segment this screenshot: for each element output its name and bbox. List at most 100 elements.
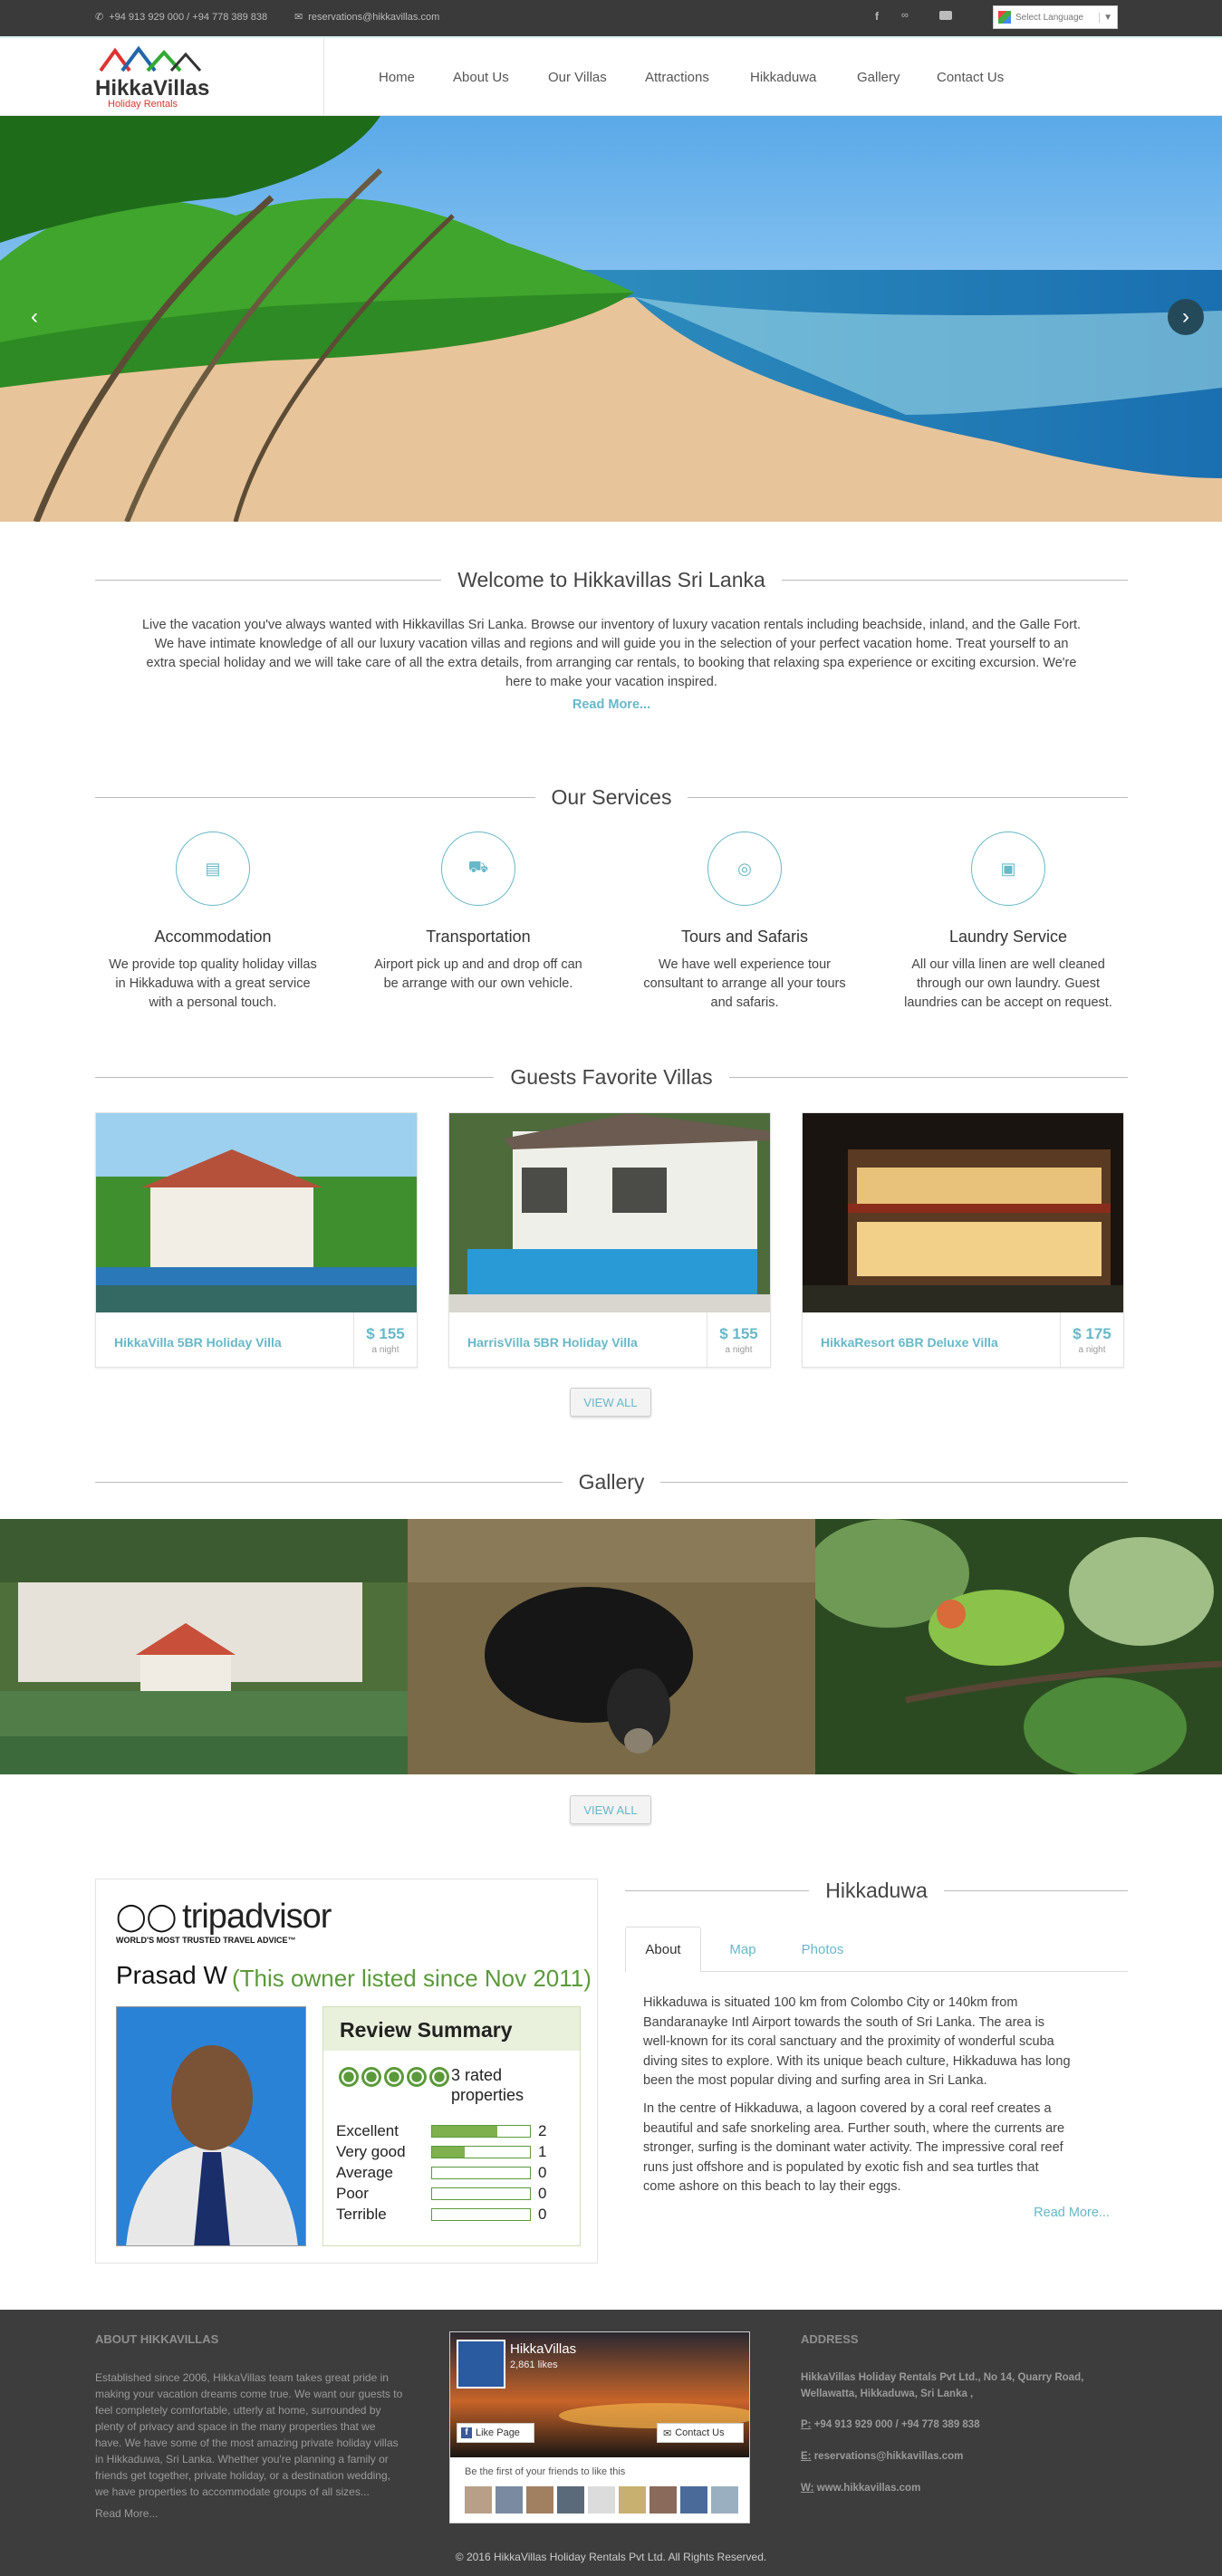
facebook-page-avatar[interactable] (457, 2340, 505, 2389)
tripadvisor-widget[interactable]: ◯◯ tripadvisor WORLD'S MOST TRUSTED TRAV… (95, 1879, 598, 2264)
villa-photo[interactable] (803, 1113, 1123, 1312)
welcome-read-more-link[interactable]: Read More... (95, 696, 1128, 715)
villa-card[interactable]: HikkaVilla 5BR Holiday Villa $ 155 a nig… (95, 1112, 418, 1368)
brand-name: HikkaVillas (95, 76, 210, 101)
phone-value: +94 913 929 000 / +94 778 389 838 (813, 2419, 980, 2430)
service-text: with a personal touch. (149, 995, 277, 1010)
facebook-friends-text: Be the first of your friends to like thi… (465, 2466, 626, 2477)
site-header: HikkaVillas Holiday Rentals Home About U… (0, 36, 1222, 116)
friend-avatar[interactable] (526, 2486, 553, 2514)
slider-next-button[interactable]: › (1168, 299, 1204, 335)
review-row: Average 0 (336, 2164, 572, 2182)
hikkaduwa-read-more-link[interactable]: Read More... (996, 2206, 1110, 2220)
review-count: 1 (538, 2143, 547, 2160)
service-text: laundries can be accept on request. (904, 995, 1112, 1010)
villa-name[interactable]: HikkaResort 6BR Deluxe Villa (821, 1335, 998, 1350)
footer-about-line: plenty of privacy and space in the many … (95, 2420, 376, 2433)
hero-slider[interactable]: ‹ › (0, 116, 1222, 522)
footer-about-read-more-link[interactable]: Read More... (95, 2505, 421, 2522)
footer-website[interactable]: W: www.hikkavillas.com (801, 2480, 1127, 2496)
email-value[interactable]: reservations@hikkavillas.com (814, 2451, 964, 2462)
friend-avatar[interactable] (496, 2486, 523, 2514)
friend-avatar[interactable] (649, 2486, 677, 2514)
bubble-icon (384, 2067, 404, 2087)
villa-photo[interactable] (96, 1113, 417, 1312)
gallery-photo-temple[interactable] (0, 1519, 408, 1774)
hikkaduwa-line: come ashore on this beach to lay their e… (643, 2179, 901, 2194)
nav-contact-us[interactable]: Contact Us (937, 70, 1004, 85)
friend-avatar[interactable] (465, 2486, 492, 2514)
villa-card[interactable]: HarrisVilla 5BR Holiday Villa $ 155 a ni… (448, 1112, 771, 1368)
friend-avatar[interactable] (680, 2486, 707, 2514)
nav-gallery[interactable]: Gallery (857, 70, 900, 85)
villa-price-box: $ 155 a night (707, 1312, 770, 1367)
gallery-view-all-button[interactable]: VIEW ALL (570, 1795, 651, 1824)
gallery-photo-parrot[interactable] (815, 1519, 1222, 1774)
youtube-icon[interactable] (939, 11, 952, 20)
tripadvisor-logo[interactable]: ◯◯ tripadvisor (116, 1898, 332, 1937)
facebook-contact-label: Contact Us (675, 2427, 725, 2438)
bubble-icon (361, 2067, 381, 2087)
review-label: Excellent (336, 2122, 399, 2139)
facebook-like-button[interactable]: f Like Page (457, 2423, 534, 2443)
welcome-text: Live the vacation you've always wanted w… (95, 616, 1128, 715)
footer-email[interactable]: E: reservations@hikkavillas.com (801, 2448, 1127, 2465)
review-label: Average (336, 2164, 394, 2181)
service-text: be arrange with our own vehicle. (383, 976, 573, 991)
web-value[interactable]: www.hikkavillas.com (817, 2483, 921, 2494)
villa-name[interactable]: HarrisVilla 5BR Holiday Villa (467, 1335, 638, 1350)
villa-photo[interactable] (449, 1113, 770, 1312)
message-icon: ✉ (663, 2427, 672, 2439)
villa-name[interactable]: HikkaVilla 5BR Holiday Villa (114, 1335, 282, 1350)
friend-avatar[interactable] (588, 2486, 615, 2514)
owner-since: (This owner listed since Nov 2011) (232, 1965, 592, 1992)
friend-avatar[interactable] (711, 2486, 738, 2514)
email-label: E: (801, 2451, 812, 2462)
service-title: Tours and Safaris (680, 928, 809, 946)
phone-icon: ✆ (95, 12, 104, 23)
service-text: through our own laundry. Guest (916, 976, 1101, 991)
gallery-title: Gallery (578, 1470, 645, 1494)
villas-view-all-button[interactable]: VIEW ALL (570, 1388, 651, 1417)
footer-about-line: we have properties to accommodate groups… (95, 2485, 370, 2498)
hikkaduwa-line: Bandaranayke Intl Airport towards the so… (643, 2014, 1045, 2030)
slider-prev-button[interactable]: ‹ (16, 299, 53, 335)
web-label: W: (801, 2483, 814, 2494)
villa-card[interactable]: HikkaResort 6BR Deluxe Villa $ 175 a nig… (802, 1112, 1124, 1368)
villa-price-unit: a night (371, 1345, 399, 1355)
footer-about-line: making your vacation dreams come true. W… (95, 2388, 403, 2400)
service-text: We have well experience tour (659, 957, 831, 972)
bed-icon: ▤ (176, 831, 250, 906)
friend-avatar[interactable] (619, 2486, 646, 2514)
hikkaduwa-line: stronger, surfing is the dominant water … (643, 2140, 1063, 2155)
email-text[interactable]: reservations@hikkavillas.com (308, 12, 439, 23)
nav-about-us[interactable]: About Us (453, 70, 509, 85)
friend-avatar[interactable] (557, 2486, 584, 2514)
tab-map[interactable]: Map (705, 1927, 781, 1972)
tab-about[interactable]: About (625, 1927, 701, 1973)
bubble-icon (339, 2067, 359, 2087)
villa-price-box: $ 155 a night (353, 1312, 417, 1367)
service-text: All our villa linen are well cleaned (911, 957, 1105, 972)
footer-about-text: Established since 2006, HikkaVillas team… (95, 2369, 421, 2522)
review-label: Terrible (336, 2206, 387, 2223)
facebook-page-widget[interactable]: HikkaVillas 2,861 likes f Like Page ✉ Co… (449, 2331, 750, 2523)
tripadvisor-icon[interactable]: ∞ (901, 10, 909, 21)
review-row: Excellent 2 (336, 2122, 572, 2140)
tab-photos[interactable]: Photos (784, 1927, 861, 1972)
nav-attractions[interactable]: Attractions (645, 70, 709, 85)
nav-hikkaduwa[interactable]: Hikkaduwa (750, 70, 816, 85)
nav-home[interactable]: Home (379, 70, 415, 85)
review-bar (431, 2167, 531, 2179)
language-select[interactable]: Select Language ▼ (993, 5, 1118, 29)
gallery-photo-bear[interactable] (408, 1519, 815, 1774)
logo[interactable]: HikkaVillas Holiday Rentals (95, 42, 210, 112)
hikkaduwa-line: beautiful and safe snorkeling area. Furt… (643, 2120, 1065, 2136)
facebook-contact-button[interactable]: ✉ Contact Us (657, 2423, 744, 2443)
villa-price-box: $ 175 a night (1060, 1312, 1123, 1367)
nav-our-villas[interactable]: Our Villas (548, 70, 607, 85)
facebook-icon[interactable]: f (875, 10, 879, 23)
hikkaduwa-line: been the most popular diving and surfing… (643, 2073, 987, 2088)
email-contact[interactable]: ✉ reservations@hikkavillas.com (294, 11, 439, 24)
facebook-page-name[interactable]: HikkaVillas (510, 2341, 576, 2357)
